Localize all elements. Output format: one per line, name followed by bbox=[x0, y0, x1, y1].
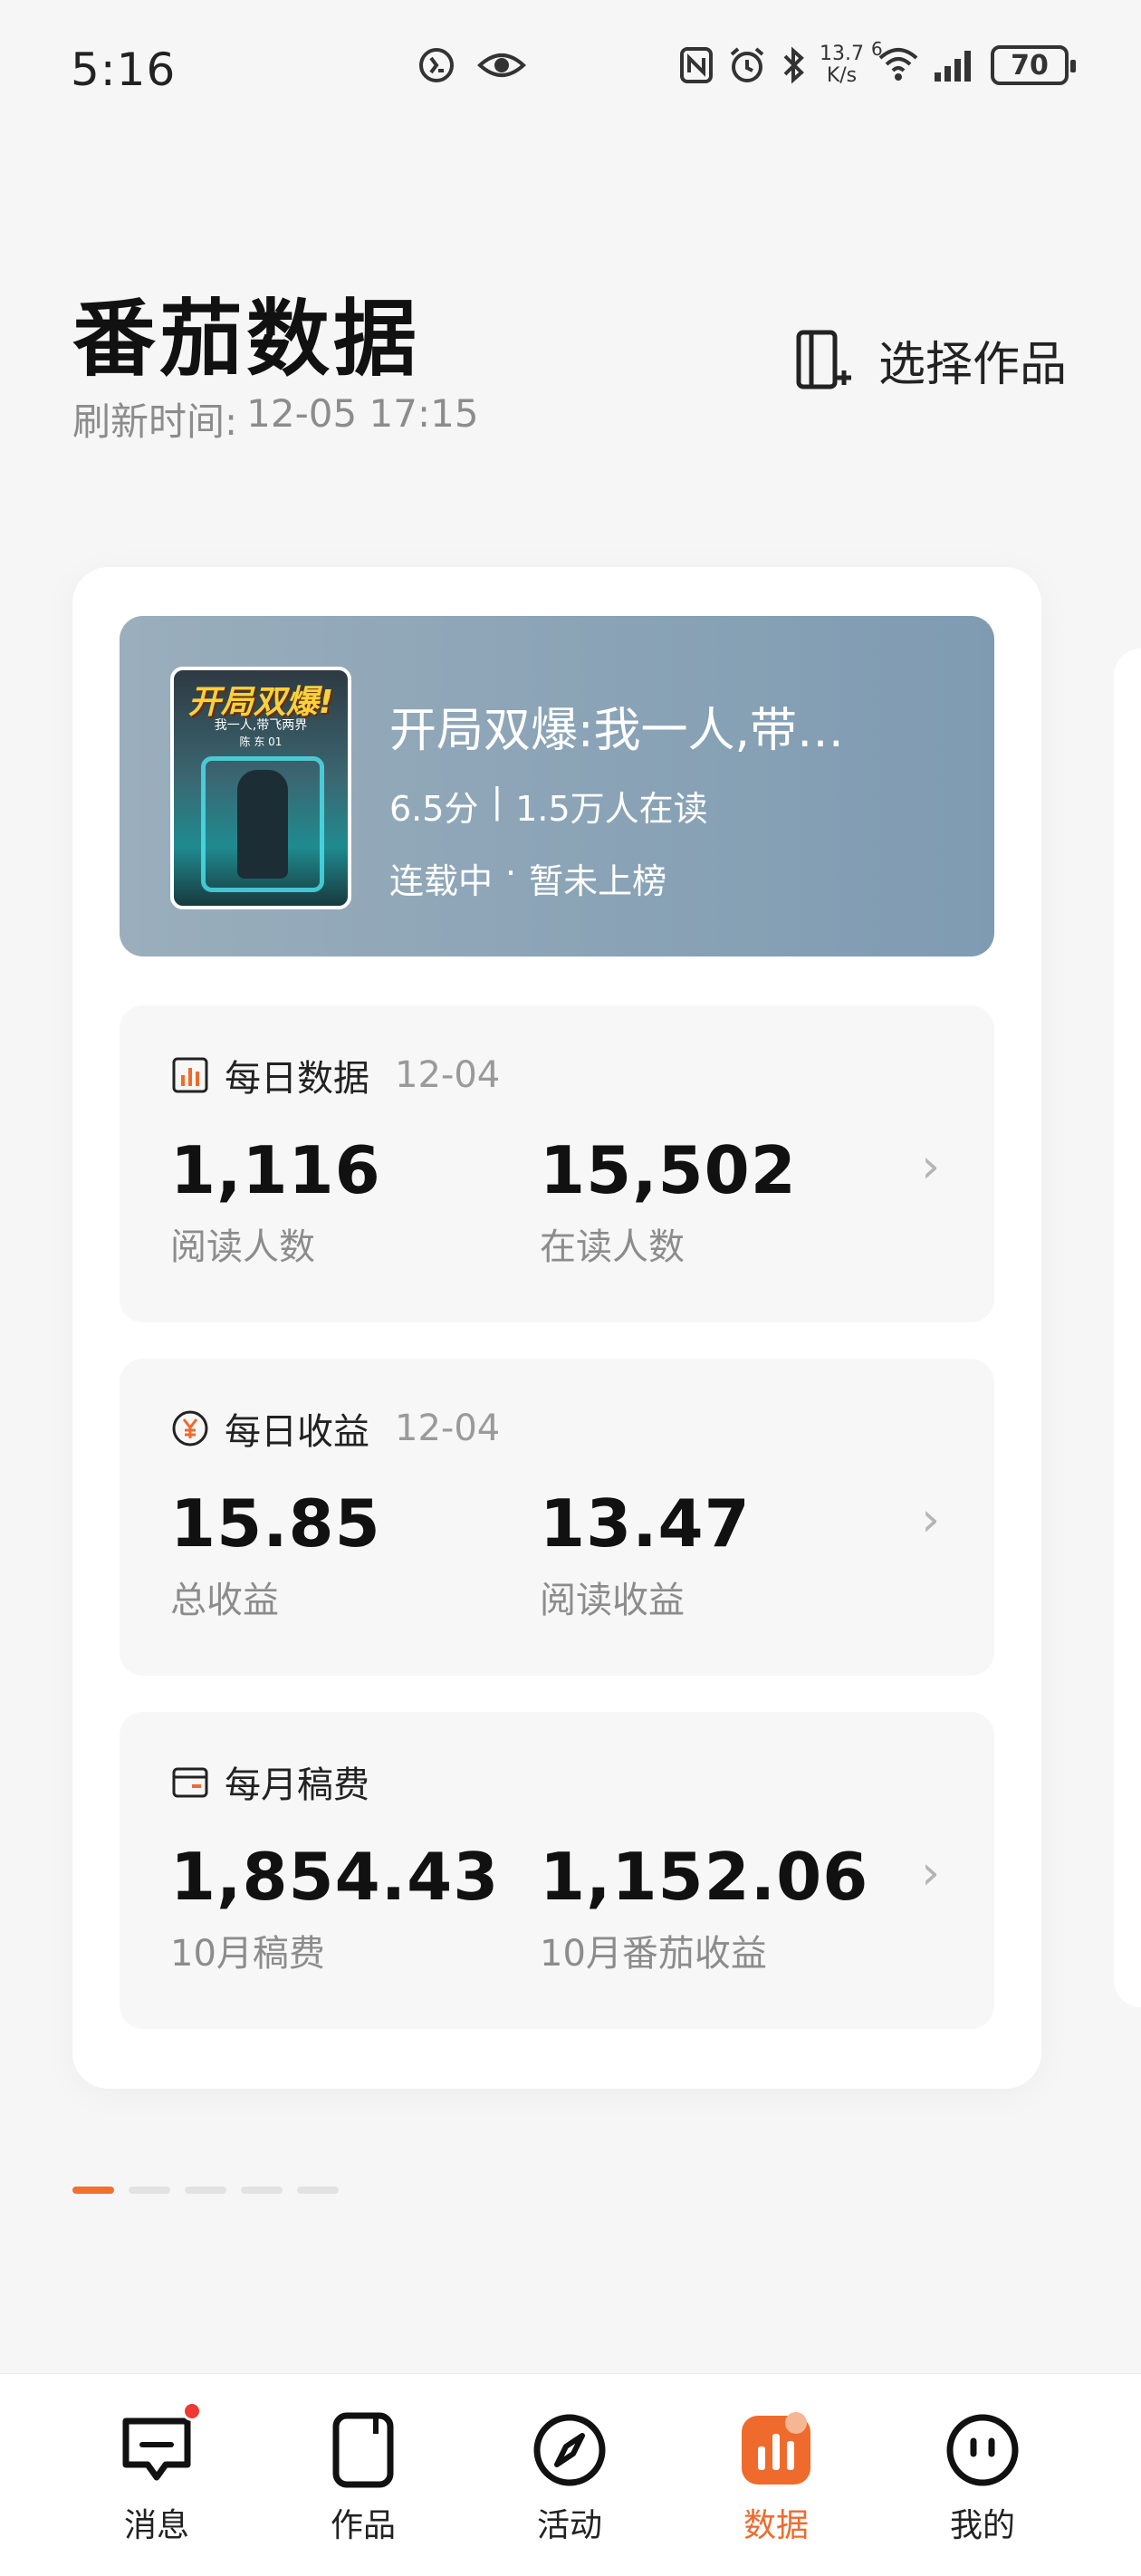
monthly-fee-title: 每月稿费 bbox=[225, 1764, 369, 1806]
alarm-icon bbox=[730, 47, 764, 82]
chevron-right-icon: › bbox=[921, 1139, 940, 1194]
refresh-time: 12-05 17:15 bbox=[246, 391, 479, 436]
book-status-row: 连载中 · 暂未上榜 bbox=[389, 853, 666, 903]
next-card-peek[interactable] bbox=[1114, 649, 1141, 2007]
page-dot bbox=[129, 2187, 170, 2194]
total-income-value: 15.85 bbox=[170, 1485, 381, 1562]
nav-item-data[interactable]: 数据 bbox=[673, 2374, 879, 2576]
battery-indicator: 70 bbox=[991, 45, 1076, 85]
status-center-icons bbox=[417, 45, 527, 85]
eye-icon bbox=[477, 53, 526, 77]
daily-data-title: 每日数据 bbox=[225, 1058, 369, 1100]
book-name: 开局双爆:我一人,带… bbox=[389, 704, 845, 758]
nav-label-messages: 消息 bbox=[123, 2507, 189, 2544]
book-icon bbox=[325, 2412, 401, 2488]
page-indicator bbox=[72, 2187, 339, 2194]
daily-income-header: 每日收益 12-04 bbox=[170, 1402, 500, 1455]
wifi-indicator: 6 bbox=[871, 38, 920, 87]
nav-label-data: 数据 bbox=[743, 2507, 809, 2544]
page-dot bbox=[297, 2187, 339, 2194]
bar-chart-icon bbox=[170, 1055, 210, 1095]
chevron-right-icon: › bbox=[921, 1846, 940, 1900]
bottom-nav: 消息 作品 活动 数据 我的 bbox=[0, 2373, 1141, 2576]
select-work-button[interactable]: 选择作品 bbox=[795, 326, 1067, 394]
refresh-label: 刷新时间: bbox=[72, 399, 238, 444]
daily-data-card[interactable]: 每日数据 12-04 1,116 阅读人数 15,502 在读人数 › bbox=[120, 1005, 994, 1322]
nfc-icon bbox=[680, 47, 714, 83]
status-right-icons: 13.7 K/s 6 70 bbox=[678, 38, 1076, 87]
book-ranking: 暂未上榜 bbox=[529, 861, 667, 901]
cover-subtitle: 我一人,带飞两界 bbox=[214, 718, 308, 733]
work-data-card: 开局双爆! 我一人,带飞两界 陈 东 01 开局双爆:我一人,带… 6.5分 |… bbox=[72, 567, 1041, 2089]
read-count-label: 阅读人数 bbox=[170, 1226, 315, 1268]
page-dot bbox=[241, 2187, 283, 2194]
tomato-income-value: 1,152.06 bbox=[540, 1839, 869, 1915]
select-work-label: 选择作品 bbox=[877, 338, 1067, 392]
app-notification-icon bbox=[419, 48, 454, 82]
book-readers: 1.5万人在读 bbox=[515, 789, 708, 829]
unread-badge bbox=[182, 2401, 202, 2421]
page-dot bbox=[72, 2187, 114, 2194]
cover-figure-shape bbox=[237, 770, 288, 879]
cover-author: 陈 东 01 bbox=[239, 735, 283, 748]
bluetooth-icon bbox=[783, 46, 804, 84]
daily-data-date: 12-04 bbox=[395, 1054, 501, 1096]
daily-data-header: 每日数据 12-04 bbox=[170, 1049, 500, 1101]
data-chart-icon bbox=[738, 2412, 814, 2488]
book-banner[interactable]: 开局双爆! 我一人,带飞两界 陈 东 01 开局双爆:我一人,带… 6.5分 |… bbox=[120, 616, 994, 956]
read-count-value: 1,116 bbox=[170, 1132, 381, 1208]
reading-now-label: 在读人数 bbox=[540, 1226, 685, 1268]
yuan-coin-icon bbox=[170, 1408, 210, 1448]
nav-item-mine[interactable]: 我的 bbox=[879, 2374, 1086, 2576]
total-income-label: 总收益 bbox=[170, 1580, 279, 1621]
monthly-fee-label: 10月稿费 bbox=[170, 1933, 325, 1975]
nav-label-activities: 活动 bbox=[536, 2507, 602, 2544]
page-title: 番茄数据 bbox=[72, 290, 421, 388]
wallet-icon bbox=[170, 1762, 210, 1802]
status-bar: 5:16 13.7 K/s 6 70 bbox=[0, 0, 1141, 145]
daily-income-title: 每日收益 bbox=[225, 1411, 369, 1453]
book-score: 6.5分 bbox=[389, 789, 479, 829]
book-cover: 开局双爆! 我一人,带飞两界 陈 东 01 bbox=[170, 667, 351, 909]
status-time: 5:16 bbox=[71, 43, 177, 96]
book-meta: 6.5分 | 1.5万人在读 bbox=[389, 781, 708, 831]
reading-now-value: 15,502 bbox=[540, 1132, 797, 1208]
meta-separator: | bbox=[491, 781, 503, 821]
status-dot: · bbox=[505, 853, 517, 893]
read-income-value: 13.47 bbox=[540, 1485, 751, 1562]
nav-item-works[interactable]: 作品 bbox=[260, 2374, 466, 2576]
nav-label-works: 作品 bbox=[330, 2507, 396, 2544]
daily-income-date: 12-04 bbox=[395, 1408, 501, 1449]
book-status: 连载中 bbox=[389, 861, 494, 901]
compass-icon bbox=[532, 2412, 608, 2488]
wifi-icon bbox=[878, 48, 918, 81]
refresh-time-row: 刷新时间: 12-05 17:15 bbox=[72, 391, 479, 447]
profile-face-icon bbox=[944, 2412, 1021, 2488]
nav-item-messages[interactable]: 消息 bbox=[53, 2374, 260, 2576]
network-speed: 13.7 K/s bbox=[820, 43, 864, 87]
signal-label: 6 bbox=[871, 38, 883, 60]
tomato-income-label: 10月番茄收益 bbox=[540, 1933, 767, 1975]
page-dot bbox=[185, 2187, 226, 2194]
chevron-right-icon: › bbox=[921, 1493, 940, 1547]
cellular-signal-icon bbox=[935, 51, 971, 82]
nav-label-mine: 我的 bbox=[949, 2507, 1015, 2544]
monthly-fee-header: 每月稿费 bbox=[170, 1755, 369, 1808]
monthly-fee-card[interactable]: 每月稿费 1,854.43 10月稿费 1,152.06 10月番茄收益 › bbox=[120, 1712, 994, 2029]
daily-income-card[interactable]: 每日收益 12-04 15.85 总收益 13.47 阅读收益 › bbox=[120, 1359, 994, 1676]
message-icon bbox=[119, 2401, 202, 2488]
nav-item-activities[interactable]: 活动 bbox=[466, 2374, 673, 2576]
monthly-fee-value: 1,854.43 bbox=[170, 1839, 500, 1915]
select-work-icon bbox=[796, 330, 851, 389]
read-income-label: 阅读收益 bbox=[540, 1580, 685, 1621]
